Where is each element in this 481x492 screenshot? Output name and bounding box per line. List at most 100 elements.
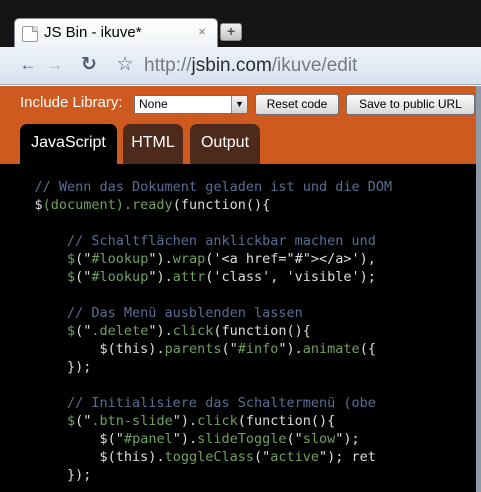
code-line: // Wenn das Dokument geladen ist und die… [2, 178, 393, 196]
navigation-toolbar: ← → ↻ ☆ http://jsbin.com/ikuve/edit [0, 47, 481, 85]
reload-icon[interactable]: ↻ [78, 54, 100, 76]
code-token: <a href="#"></a> [221, 251, 352, 267]
code-token: "). [148, 251, 173, 267]
code-line: // Initialisiere das Schaltermenü (obe [2, 394, 392, 412]
browser-tab[interactable]: JS Bin - ikuve* × [14, 18, 218, 48]
code-token: ( [172, 197, 181, 213]
browser-tab-title: JS Bin - ikuve* [44, 24, 142, 41]
code-token: (){ [286, 323, 311, 339]
library-select[interactable]: None ▼ [134, 95, 248, 114]
tab-output[interactable]: Output [190, 124, 260, 164]
code-token: (document). [42, 197, 133, 213]
code-token: // Wenn das Dokument geladen ist und die… [2, 179, 393, 195]
forward-arrow-icon[interactable]: → [44, 54, 66, 76]
code-token: function [245, 413, 311, 429]
code-token: $ [2, 251, 76, 267]
dropdown-arrow-icon[interactable]: ▼ [231, 96, 247, 113]
code-token: wrap [172, 251, 206, 267]
code-token: function [221, 323, 287, 339]
code-token: $ [2, 323, 76, 339]
code-token: (" [75, 269, 92, 285]
url-path: /ikuve/edit [271, 55, 358, 76]
code-token: (" [75, 413, 92, 429]
code-line: }); [2, 358, 392, 376]
code-token: .delete [91, 323, 149, 339]
jsbin-control-bar: Include Library: None ▼ Reset code Save … [0, 86, 481, 164]
code-token: (" [75, 251, 92, 267]
close-tab-icon[interactable]: × [195, 25, 209, 39]
code-token: $ [2, 269, 76, 285]
code-token: (" [286, 431, 303, 447]
code-token: attr [172, 269, 206, 285]
code-token: // Schaltflächen anklickbar machen und [2, 233, 376, 249]
code-editor[interactable]: // Wenn das Dokument geladen ist und die… [0, 164, 481, 492]
code-token: $ [2, 197, 43, 213]
code-token: (this). [107, 449, 165, 465]
code-line: $(this).toggleClass("active"); ret [2, 448, 392, 466]
code-token: (" [107, 431, 124, 447]
code-token: "). [278, 341, 303, 357]
code-token: (" [75, 323, 92, 339]
new-tab-button[interactable]: + [220, 23, 242, 41]
back-arrow-icon[interactable]: ← [17, 54, 39, 76]
code-token: ready [132, 197, 173, 213]
code-token: // Das Menü ausblenden lassen [2, 305, 303, 321]
code-line: $(".delete").click(function(){ [2, 322, 392, 340]
code-token: $ [2, 431, 108, 447]
code-token: "). [172, 431, 198, 447]
code-token: active [270, 449, 320, 465]
code-token: #info [237, 341, 279, 357]
code-token: (" [221, 341, 238, 357]
code-token: $ [2, 341, 108, 357]
tab-html[interactable]: HTML [123, 124, 183, 164]
code-token: .btn-slide [91, 413, 173, 429]
bookmark-star-icon[interactable]: ☆ [114, 54, 136, 76]
url-scheme: http:// [144, 55, 192, 76]
code-token: }); [2, 359, 92, 375]
code-token: ({ [359, 341, 376, 357]
code-token: click [197, 413, 238, 429]
code-token: (' [205, 251, 222, 267]
code-token: ( [213, 323, 222, 339]
code-token: ('class', 'visible'); [205, 269, 376, 285]
reset-code-button[interactable]: Reset code [255, 94, 339, 115]
code-token: $ [2, 449, 108, 465]
code-line: // Das Menü ausblenden lassen [2, 304, 392, 322]
code-token: (){ [245, 197, 271, 213]
code-line: $(document).ready(function(){ [2, 196, 392, 214]
address-bar[interactable]: http://jsbin.com/ikuve/edit [144, 55, 357, 77]
include-library-label: Include Library: [20, 94, 123, 111]
save-public-url-button[interactable]: Save to public URL [346, 94, 475, 115]
code-token: ( [237, 413, 246, 429]
code-line: // Schaltflächen anklickbar machen und [2, 232, 392, 250]
code-token: #lookup [91, 251, 149, 267]
code-token: "); ret [319, 449, 376, 465]
library-select-value: None [139, 97, 168, 111]
browser-tab-strip: JS Bin - ikuve* × + [0, 0, 481, 48]
code-token: slideToggle [197, 431, 287, 447]
code-token: toggleClass [164, 449, 254, 465]
code-token: (){ [310, 413, 336, 429]
code-content: // Wenn das Dokument geladen ist und die… [2, 178, 393, 484]
code-line: $(".btn-slide").click(function(){ [2, 412, 392, 430]
code-token: slow [302, 431, 336, 447]
page-favicon-icon [22, 26, 38, 42]
code-token: "). [172, 413, 198, 429]
tab-javascript[interactable]: JavaScript [20, 124, 117, 164]
code-token: '), [351, 251, 376, 267]
code-token: // Initialisiere das Schaltermenü (obe [2, 395, 376, 411]
code-token: "). [148, 323, 173, 339]
code-token: }); [2, 467, 92, 483]
code-token: "). [148, 269, 173, 285]
code-token: $ [2, 413, 76, 429]
window-scrollbar[interactable] [476, 86, 481, 492]
code-token: #panel [123, 431, 173, 447]
code-token: #lookup [91, 269, 149, 285]
browser-window: JS Bin - ikuve* × + ← → ↻ ☆ http://jsbin… [0, 0, 481, 492]
code-line: $("#lookup").wrap('<a href="#"></a>'), [2, 250, 392, 268]
code-line: $("#lookup").attr('class', 'visible'); [2, 268, 392, 286]
code-token: (" [253, 449, 271, 465]
